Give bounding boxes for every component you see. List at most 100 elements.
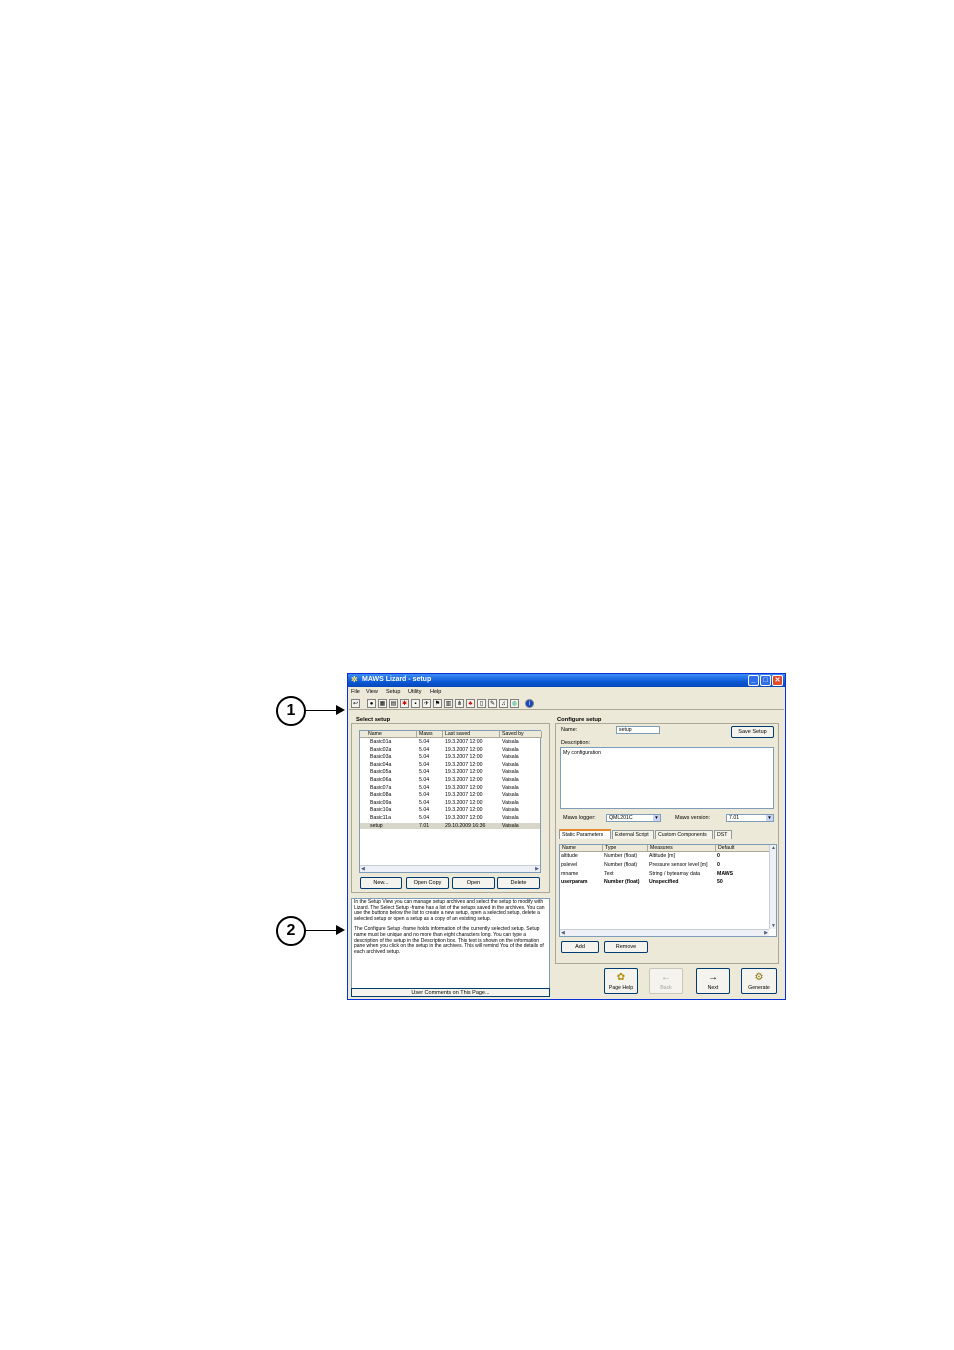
close-button[interactable]: ✕ [772, 675, 783, 686]
table-row[interactable]: Basic07a 5.04 19.3.2007 12:00 Vaisala [360, 785, 540, 791]
info-icon[interactable]: i [525, 699, 534, 708]
user-comments-button[interactable]: User Comments on This Page... [351, 988, 550, 997]
scroll-down-icon[interactable]: ▼ [771, 923, 776, 929]
minimize-button[interactable]: _ [748, 675, 759, 686]
table-cell: pslevel [561, 861, 578, 868]
scroll-up-icon[interactable]: ▲ [771, 845, 776, 851]
table-row[interactable]: Basic02a 5.04 19.3.2007 12:00 Vaisala [360, 747, 540, 753]
table-cell: Basic04a [370, 761, 392, 768]
description-field[interactable]: My configuration [560, 747, 774, 809]
table-cell: Vaisala [502, 769, 519, 776]
menu-view[interactable]: View [366, 689, 378, 695]
scroll-left-icon[interactable]: ◀ [561, 930, 565, 936]
add-parameter-button[interactable]: Add [561, 941, 599, 953]
column-maws-header[interactable]: Maws [417, 731, 443, 738]
table-row[interactable]: altitude Number (float) Altitude [m] 0 [560, 853, 776, 859]
column-saved-by-header[interactable]: Saved by [500, 731, 542, 738]
grid-icon[interactable]: ▦ [378, 699, 387, 708]
menu-utility[interactable]: Utility [408, 689, 421, 695]
table-row[interactable]: Basic06a 5.04 19.3.2007 12:00 Vaisala [360, 777, 540, 783]
tab-external-script[interactable]: External Script [612, 830, 654, 839]
table-cell: 7.01 [419, 822, 430, 829]
generate-button[interactable]: ⚙ Generate [741, 968, 777, 994]
tab-dst[interactable]: DST [714, 830, 732, 839]
chevron-down-icon[interactable]: ▼ [766, 815, 773, 821]
tab-static-parameters[interactable]: Static Parameters [559, 829, 611, 839]
menu-help[interactable]: Help [430, 689, 441, 695]
table-row[interactable]: Basic11a 5.04 19.3.2007 12:00 Vaisala [360, 815, 540, 821]
next-button[interactable]: → Next [696, 968, 730, 994]
callout-2: 2 [276, 916, 306, 946]
table-row[interactable]: Basic08a 5.04 19.3.2007 12:00 Vaisala [360, 792, 540, 798]
column-name-header[interactable]: Name [360, 731, 417, 738]
table-cell: 5.04 [419, 769, 430, 776]
plane-icon[interactable]: ✈ [422, 699, 431, 708]
pen-icon[interactable]: ✎ [488, 699, 497, 708]
back-button[interactable]: ← Back [649, 968, 683, 994]
page-icon[interactable]: ▯ [477, 699, 486, 708]
maws-logger-select[interactable]: QML201C ▼ [606, 814, 661, 822]
params-vertical-scrollbar[interactable]: ▲ ▼ [769, 845, 776, 929]
page-help-button[interactable]: ✿ Page Help [604, 968, 638, 994]
scroll-right-icon[interactable]: ▶ [764, 930, 768, 936]
table-cell: Basic01a [370, 739, 392, 745]
open-copy-button[interactable]: Open Copy [406, 877, 449, 889]
table-row[interactable]: setup 7.01 29.10.2009 16:36 Vaisala [360, 822, 540, 829]
table-icon[interactable]: ▤ [389, 699, 398, 708]
scroll-left-icon[interactable]: ◀ [361, 866, 365, 872]
param-column-name-header[interactable]: Name [560, 845, 603, 852]
menu-file[interactable]: File [351, 689, 360, 695]
maximize-button[interactable]: □ [760, 675, 771, 686]
table-row[interactable]: Basic09a 5.04 19.3.2007 12:00 Vaisala [360, 800, 540, 806]
chart-icon[interactable]: ▥ [444, 699, 453, 708]
table-row[interactable]: userparam Number (float) Unspecified 50 [560, 879, 776, 885]
table-row[interactable]: Basic05a 5.04 19.3.2007 12:00 Vaisala [360, 769, 540, 775]
sensor-icon[interactable]: ✱ [400, 699, 409, 708]
maws-version-select[interactable]: 7.01 ▼ [726, 814, 774, 822]
scroll-right-icon[interactable]: ▶ [535, 866, 539, 872]
table-row[interactable]: Basic04a 5.04 19.3.2007 12:00 Vaisala [360, 762, 540, 768]
new-setup-button[interactable]: New... [360, 877, 402, 889]
table-row[interactable]: mname Text String / bytearray data MAWS [560, 871, 776, 877]
maws-logger-value: QML201C [609, 815, 633, 821]
chevron-down-icon[interactable]: ▼ [653, 815, 660, 821]
setup-list[interactable]: Name Maws Last saved Saved by Basic01a 5.… [359, 730, 542, 873]
table-cell: 5.04 [419, 807, 430, 814]
menu-setup[interactable]: Setup [386, 689, 400, 695]
params-horizontal-scrollbar[interactable]: ◀ ▶ [560, 929, 769, 936]
tree-icon[interactable]: ⋔ [455, 699, 464, 708]
page-help-icon: ✿ [616, 972, 626, 983]
open-button[interactable]: Open [452, 877, 495, 889]
static-parameters-table[interactable]: Name Type Measures Default altitude Numbe… [559, 844, 777, 937]
network-icon[interactable]: ♣ [466, 699, 475, 708]
table-cell: Basic11a [370, 815, 391, 821]
param-column-measures-header[interactable]: Measures [648, 845, 716, 852]
column-last-saved-header[interactable]: Last saved [443, 731, 500, 738]
globe-icon[interactable]: ◍ [510, 699, 519, 708]
maws-version-label: Maws version: [675, 815, 711, 821]
arrow-right-icon: → [708, 972, 718, 983]
arrow-left-icon: ← [661, 972, 671, 983]
bell-icon[interactable]: ♫ [499, 699, 508, 708]
remove-parameter-button[interactable]: Remove [604, 941, 648, 953]
disk-icon[interactable]: ▪ [411, 699, 420, 708]
setup-name-field[interactable]: setup [616, 726, 660, 734]
tab-custom-components[interactable]: Custom Components [655, 830, 713, 839]
table-cell: 19.3.2007 12:00 [445, 746, 483, 753]
save-setup-button[interactable]: Save Setup [731, 726, 774, 738]
title-bar[interactable]: ✲ MAWS Lizard - setup _ □ ✕ [348, 674, 785, 687]
table-row[interactable]: Basic10a 5.04 19.3.2007 12:00 Vaisala [360, 807, 540, 813]
setup-list-horizontal-scrollbar[interactable]: ◀ ▶ [360, 865, 540, 872]
param-column-default-header[interactable]: Default [716, 845, 771, 852]
flag-icon[interactable]: ⚑ [433, 699, 442, 708]
delete-button[interactable]: Delete [497, 877, 540, 889]
param-column-type-header[interactable]: Type [603, 845, 648, 852]
table-cell: Vaisala [502, 777, 519, 783]
table-row[interactable]: pslevel Number (float) Pressure sensor lev… [560, 862, 776, 868]
back-icon[interactable]: ↩ [351, 699, 360, 708]
table-row[interactable]: Basic01a 5.04 19.3.2007 12:00 Vaisala [360, 739, 540, 745]
gears-icon: ⚙ [754, 972, 764, 983]
table-row[interactable]: Basic03a 5.04 19.3.2007 12:00 Vaisala [360, 754, 540, 760]
record-icon[interactable]: ● [367, 699, 376, 708]
table-cell: 5.04 [419, 746, 430, 753]
